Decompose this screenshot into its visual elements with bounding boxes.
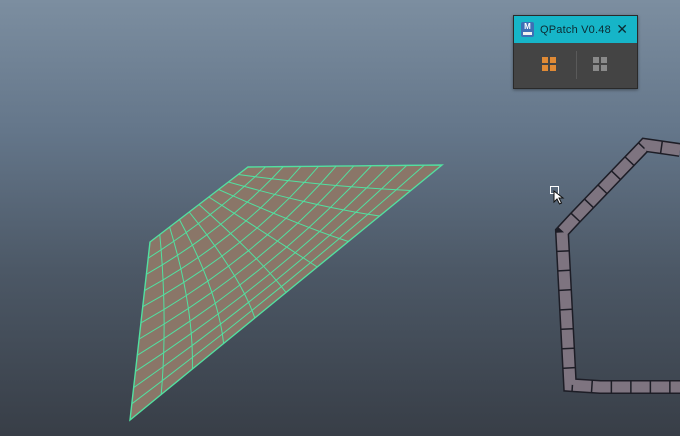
title-bar[interactable]: M QPatch V0.48 ✕ [514, 16, 637, 43]
grid-quad-icon-cell [550, 57, 556, 63]
patch-grid-button[interactable] [593, 57, 607, 71]
grid-quad-icon-cell [593, 65, 599, 71]
grid-quad-icon-cell [550, 65, 556, 71]
grid-quad-icon-cell [593, 57, 599, 63]
border-edge-strip[interactable] [554, 137, 680, 394]
grid-quad-icon-cell [542, 65, 548, 71]
tool-panel [514, 43, 637, 88]
close-button[interactable]: ✕ [616, 21, 628, 37]
maya-logo-icon: M [521, 22, 534, 37]
window-title: QPatch V0.48 [540, 23, 611, 36]
grid-quad-icon-cell [601, 65, 607, 71]
qpatch-window[interactable]: M QPatch V0.48 ✕ [513, 15, 638, 89]
border-outline [554, 137, 680, 394]
mesh-patch[interactable] [129, 164, 444, 422]
mouse-cursor-icon [550, 186, 565, 205]
grid-quad-icon-cell [542, 57, 548, 63]
border-faces [556, 139, 680, 393]
patch-fill-button[interactable] [542, 57, 556, 71]
grid-quad-icon-cell [601, 57, 607, 63]
divider [576, 51, 577, 79]
